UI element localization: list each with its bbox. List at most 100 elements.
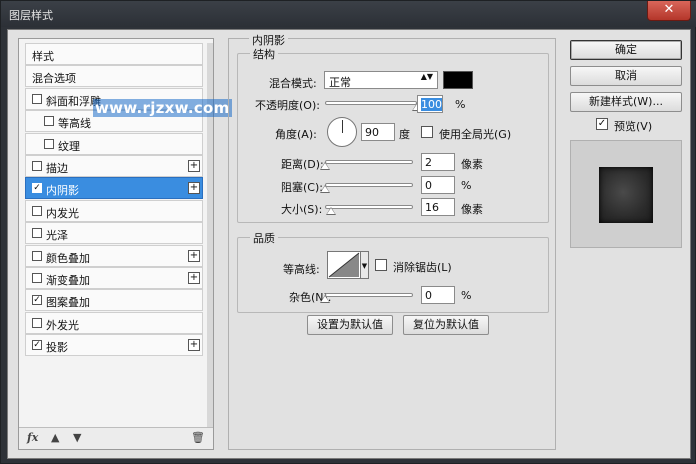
contour-dropdown-icon[interactable]: ▼ — [361, 251, 369, 279]
style-checkbox[interactable] — [32, 273, 42, 283]
layer-style-dialog: 图层样式 ✕ 样式 混合选项 斜面和浮雕 等高线 纹理 描边 + ✓ 内阴影 + 内发光 光泽 颜色叠加… — [0, 0, 696, 464]
choke-input[interactable]: 0 — [421, 176, 455, 194]
style-row-label: 颜色叠加 — [46, 251, 90, 265]
shadow-color-swatch[interactable] — [443, 71, 473, 89]
close-button[interactable]: ✕ — [647, 1, 691, 21]
preview-checkbox[interactable]: ✓ — [596, 118, 608, 130]
angle-input[interactable]: 90 — [361, 123, 395, 141]
style-row-label: 等高线 — [58, 117, 91, 131]
add-instance-icon[interactable]: + — [188, 249, 200, 262]
style-checkbox[interactable]: ✓ — [32, 340, 42, 351]
new-style-button[interactable]: 新建样式(W)... — [570, 92, 682, 112]
size-unit: 像素 — [461, 203, 483, 216]
style-checkbox[interactable]: ✓ — [32, 183, 42, 194]
structure-title: 结构 — [250, 46, 278, 62]
style-preview — [570, 140, 682, 248]
quality-title: 品质 — [250, 230, 278, 246]
use-global-light-checkbox[interactable] — [421, 126, 433, 138]
style-checkbox[interactable] — [32, 161, 42, 171]
opacity-slider-track[interactable] — [325, 101, 417, 105]
choke-slider-thumb[interactable] — [320, 185, 330, 193]
use-global-light-label: 使用全局光(G) — [439, 128, 512, 141]
style-row-label: 纹理 — [58, 139, 80, 153]
style-checkbox[interactable] — [32, 228, 42, 239]
cancel-button[interactable]: 取消 — [570, 66, 682, 86]
style-row-0[interactable]: 样式 — [25, 43, 203, 65]
angle-unit: 度 — [399, 128, 410, 141]
style-row-1[interactable]: 混合选项 — [25, 65, 203, 88]
distance-input[interactable]: 2 — [421, 153, 455, 171]
contour-picker[interactable] — [327, 251, 361, 279]
distance-slider-thumb[interactable] — [320, 162, 330, 170]
size-slider-track[interactable] — [325, 205, 413, 209]
blend-mode-value: 正常 — [329, 76, 351, 89]
dialog-client: 样式 混合选项 斜面和浮雕 等高线 纹理 描边 + ✓ 内阴影 + 内发光 光泽 颜色叠加 + 渐变叠加 + ✓… — [7, 29, 691, 459]
style-row-label: 描边 — [46, 162, 68, 175]
angle-dial[interactable] — [327, 117, 357, 147]
style-row-7[interactable]: 内发光 — [25, 199, 203, 222]
size-slider-thumb[interactable] — [326, 207, 337, 215]
noise-slider-track[interactable] — [325, 293, 413, 297]
move-down-icon[interactable]: ▼ — [73, 431, 81, 444]
contour-label: 等高线: — [283, 263, 320, 276]
size-input[interactable]: 16 — [421, 198, 455, 216]
style-row-13[interactable]: ✓ 投影 + — [25, 334, 203, 357]
style-row-10[interactable]: 渐变叠加 + — [25, 267, 203, 289]
ok-button[interactable]: 确定 — [570, 40, 682, 60]
style-row-4[interactable]: 纹理 — [25, 132, 203, 155]
style-checkbox[interactable] — [32, 250, 42, 261]
watermark: www.rjzxw.com — [93, 99, 232, 117]
add-instance-icon[interactable]: + — [188, 160, 200, 172]
style-row-label: 样式 — [32, 50, 54, 63]
noise-input[interactable]: 0 — [421, 286, 455, 304]
style-checkbox[interactable] — [44, 116, 54, 127]
distance-slider-track[interactable] — [325, 160, 413, 164]
add-instance-icon[interactable]: + — [188, 182, 200, 195]
distance-label: 距离(D): — [281, 158, 324, 171]
add-instance-icon[interactable]: + — [188, 272, 200, 284]
styles-list-panel: 样式 混合选项 斜面和浮雕 等高线 纹理 描边 + ✓ 内阴影 + 内发光 光泽 颜色叠加 + 渐变叠加 + ✓… — [18, 38, 232, 450]
blend-mode-select[interactable]: 正常 ▲▼ — [324, 71, 438, 89]
style-row-11[interactable]: ✓ 图案叠加 — [25, 289, 203, 312]
title-bar[interactable]: 图层样式 ✕ — [1, 1, 696, 27]
style-row-9[interactable]: 颜色叠加 + — [25, 244, 203, 267]
style-row-8[interactable]: 光泽 — [25, 222, 203, 245]
style-checkbox[interactable] — [32, 205, 42, 216]
choke-label: 阻塞(C): — [281, 181, 323, 194]
select-arrows-icon: ▲▼ — [420, 72, 433, 81]
set-default-button[interactable]: 设置为默认值 — [307, 315, 393, 335]
preview-swatch — [599, 167, 653, 223]
style-row-12[interactable]: 外发光 — [25, 311, 203, 334]
angle-label: 角度(A): — [275, 128, 317, 141]
style-checkbox[interactable] — [32, 317, 42, 328]
anti-alias-checkbox[interactable] — [375, 259, 387, 271]
reset-default-button[interactable]: 复位为默认值 — [403, 315, 489, 335]
anti-alias-label: 消除锯齿(L) — [393, 261, 452, 274]
move-up-icon[interactable]: ▲ — [51, 431, 59, 444]
trash-icon[interactable]: 🗑 — [191, 431, 205, 444]
add-instance-icon[interactable]: + — [188, 339, 200, 352]
preview-label: 预览(V) — [614, 120, 653, 133]
fx-button[interactable]: fx — [27, 431, 38, 444]
style-row-label: 内发光 — [46, 206, 79, 220]
style-row-5[interactable]: 描边 + — [25, 155, 203, 177]
style-row-label: 渐变叠加 — [46, 274, 90, 287]
style-row-label: 图案叠加 — [46, 296, 90, 310]
opacity-label: 不透明度(O): — [255, 99, 320, 112]
dialog-title: 图层样式 — [9, 9, 53, 22]
choke-unit: % — [461, 179, 472, 192]
style-row-6[interactable]: ✓ 内阴影 + — [25, 177, 203, 200]
style-row-label: 光泽 — [46, 229, 68, 243]
style-row-label: 混合选项 — [32, 72, 76, 86]
contour-curve-icon — [328, 252, 360, 278]
style-checkbox[interactable]: ✓ — [32, 295, 42, 306]
opacity-input[interactable]: 100 — [417, 95, 443, 113]
choke-slider-track[interactable] — [325, 183, 413, 187]
noise-unit: % — [461, 289, 472, 302]
distance-unit: 像素 — [461, 158, 483, 171]
angle-dial-hand — [342, 120, 343, 133]
style-row-label: 内阴影 — [46, 184, 79, 198]
style-checkbox[interactable] — [32, 93, 42, 104]
noise-slider-thumb[interactable] — [320, 295, 330, 303]
style-checkbox[interactable] — [44, 138, 54, 149]
